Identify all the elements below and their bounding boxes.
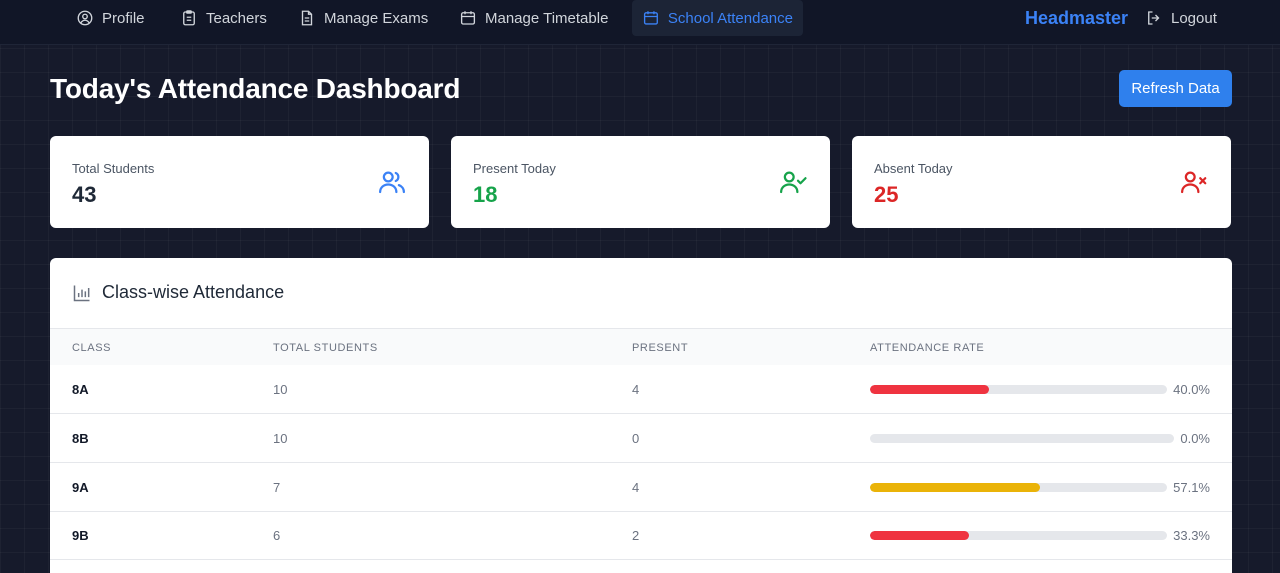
cell-present: 2 [632, 528, 640, 543]
table-row: 8B 10 0 0.0% [50, 414, 1232, 463]
cell-rate: 33.3% [1173, 528, 1210, 543]
stat-label: Total Students [72, 161, 155, 176]
calendar-icon [643, 11, 658, 25]
cell-total: 7 [273, 480, 281, 495]
logout-button[interactable]: Logout [1135, 0, 1227, 36]
nav-manage-exams-label: Manage Exams [324, 9, 429, 27]
logout-icon [1148, 11, 1160, 25]
cell-present: 0 [632, 431, 640, 446]
attendance-progress-fill [870, 385, 989, 394]
refresh-data-button[interactable]: Refresh Data [1119, 70, 1232, 107]
column-header-attendance-rate: Attendance Rate [870, 342, 985, 354]
bar-chart-icon [73, 285, 90, 301]
document-icon [301, 10, 313, 26]
top-nav: Profile Teachers Manage Exams Manage Tim… [0, 0, 1280, 45]
cell-rate: 0.0% [1180, 431, 1210, 446]
nav-manage-timetable-label: Manage Timetable [485, 9, 609, 27]
stat-value: 18 [473, 182, 498, 207]
nav-manage-exams[interactable]: Manage Exams [288, 0, 438, 36]
column-header-present: Present [632, 342, 689, 354]
user-x-icon [1179, 167, 1209, 197]
brand-name: Headmaster [1025, 7, 1129, 28]
nav-school-attendance-label: School Attendance [667, 9, 793, 27]
stat-label: Absent Today [874, 161, 953, 176]
calendar-icon [460, 11, 476, 25]
cell-class: 8A [72, 382, 89, 397]
cell-class: 9B [72, 528, 89, 543]
cell-present: 4 [632, 382, 640, 397]
table-row: 8A 10 4 40.0% [50, 365, 1232, 414]
users-icon [377, 167, 407, 197]
user-check-icon [778, 167, 808, 197]
attendance-progress-bar [870, 385, 1167, 394]
stat-value: 25 [874, 182, 899, 207]
stat-label: Present Today [473, 161, 556, 176]
attendance-progress-bar [870, 531, 1167, 540]
cell-total: 10 [273, 382, 288, 397]
nav-profile-label: Profile [102, 9, 145, 27]
table-header: Class Total Students Present Attendance … [50, 328, 1232, 365]
cell-total: 6 [273, 528, 281, 543]
nav-manage-timetable[interactable]: Manage Timetable [449, 0, 618, 36]
attendance-progress-fill [870, 483, 1040, 492]
class-attendance-card: Class-wise Attendance Class Total Studen… [50, 258, 1232, 573]
stat-card-absent-today: Absent Today 25 [852, 136, 1231, 228]
clipboard-icon [183, 10, 195, 26]
user-circle-icon [77, 10, 93, 26]
cell-class: 8B [72, 431, 89, 446]
column-header-class: Class [72, 342, 112, 354]
nav-teachers-label: Teachers [206, 9, 267, 27]
attendance-progress-bar [870, 483, 1167, 492]
cell-present: 4 [632, 480, 640, 495]
cell-rate: 57.1% [1173, 480, 1210, 495]
nav-teachers[interactable]: Teachers [170, 0, 277, 36]
attendance-progress-bar [870, 434, 1174, 443]
stat-card-total-students: Total Students 43 [50, 136, 429, 228]
card-header: Class-wise Attendance [72, 282, 284, 303]
table-row: 9A 7 4 57.1% [50, 463, 1232, 512]
page-title: Today's Attendance Dashboard [50, 73, 461, 104]
attendance-progress-fill [870, 531, 969, 540]
stat-value: 43 [72, 182, 97, 207]
nav-school-attendance[interactable]: School Attendance [632, 0, 803, 36]
stat-card-present-today: Present Today 18 [451, 136, 830, 228]
logout-label: Logout [1171, 9, 1217, 27]
column-header-total-students: Total Students [273, 342, 378, 354]
cell-rate: 40.0% [1173, 382, 1210, 397]
table-row: 9B 6 2 33.3% [50, 511, 1232, 560]
card-title: Class-wise Attendance [102, 282, 285, 302]
nav-profile[interactable]: Profile [66, 0, 155, 36]
cell-class: 9A [72, 480, 89, 495]
cell-total: 10 [273, 431, 288, 446]
